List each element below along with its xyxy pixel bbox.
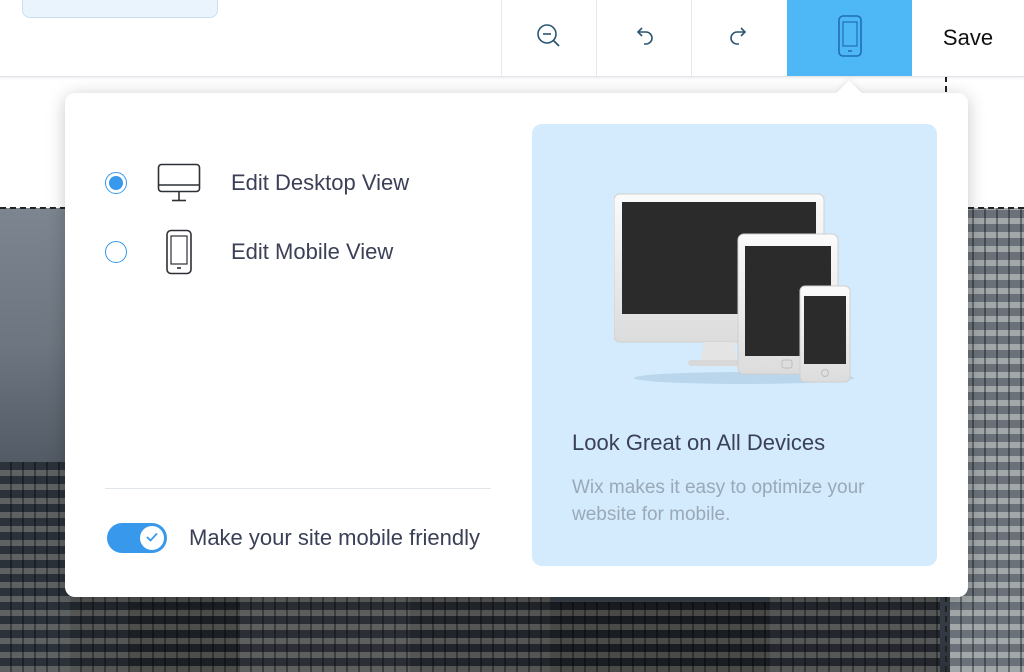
- mobile-view-button[interactable]: [787, 0, 912, 76]
- close-icon[interactable]: ×: [131, 0, 142, 6]
- radio-dot: [109, 176, 123, 190]
- option-desktop-view[interactable]: Edit Desktop View: [105, 159, 409, 207]
- mobile-option-label: Edit Mobile View: [231, 239, 394, 264]
- redo-button[interactable]: [691, 0, 786, 76]
- mobile-friendly-toggle-row[interactable]: Make your site mobile friendly: [107, 523, 480, 553]
- desktop-icon: [157, 159, 201, 207]
- mobile-radio[interactable]: [105, 241, 127, 263]
- undo-button[interactable]: [596, 0, 691, 76]
- option-mobile-view[interactable]: Edit Mobile View: [105, 228, 393, 276]
- promo-text: Wix makes it easy to optimize your websi…: [572, 477, 865, 525]
- zoom-out-icon: [535, 22, 563, 55]
- promo-title: Look Great on All Devices: [572, 430, 826, 455]
- mobile-friendly-label: Make your site mobile friendly: [189, 525, 481, 550]
- devices-illustration: [613, 192, 854, 397]
- save-button[interactable]: Save: [912, 0, 1024, 76]
- toggle-knob: [140, 526, 164, 550]
- checkmark-icon: [146, 529, 158, 547]
- zoom-out-button[interactable]: [501, 0, 596, 76]
- mobile-icon: [157, 228, 201, 276]
- promo-panel: Look Great on All Devices Wix makes it e…: [532, 124, 937, 566]
- mobile-icon: [837, 14, 863, 63]
- view-switch-popover: Edit Desktop View Edit Mobile View Make …: [65, 80, 968, 597]
- divider: [105, 488, 491, 489]
- top-toolbar: ×: [0, 0, 1024, 77]
- desktop-radio[interactable]: [105, 172, 127, 194]
- mobile-friendly-toggle[interactable]: [107, 523, 167, 553]
- undo-icon: [631, 23, 657, 54]
- redo-icon: [726, 23, 752, 54]
- desktop-option-label: Edit Desktop View: [231, 170, 410, 195]
- top-pill[interactable]: ×: [22, 0, 218, 18]
